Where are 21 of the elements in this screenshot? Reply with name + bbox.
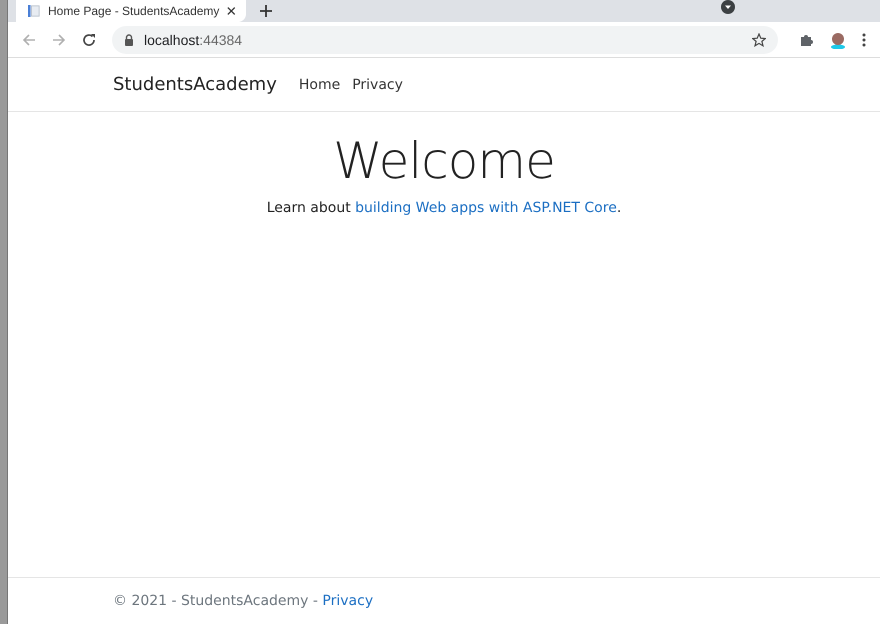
welcome-heading: Welcome bbox=[332, 132, 556, 190]
privacy-link[interactable]: Privacy bbox=[322, 593, 374, 609]
puzzle-icon[interactable] bbox=[800, 32, 814, 46]
address-bar[interactable]: localhost:44384 bbox=[112, 26, 778, 54]
nav-link[interactable]: Home bbox=[298, 76, 348, 92]
avatar-icon[interactable] bbox=[830, 30, 846, 48]
dropdown-icon[interactable] bbox=[721, 0, 735, 14]
url-text: localhost:44384 bbox=[144, 32, 244, 48]
star-icon[interactable] bbox=[752, 32, 766, 46]
menu-icon[interactable] bbox=[862, 32, 866, 46]
reload-icon[interactable] bbox=[82, 32, 96, 46]
copyright-text: © 2021 - StudentsAcademy - bbox=[113, 593, 319, 609]
docs-link[interactable]: building Web apps with ASP.NET Core bbox=[355, 200, 617, 216]
page-icon bbox=[28, 4, 40, 18]
close-icon[interactable] bbox=[227, 6, 236, 16]
intro-text: Learn about building Web apps with ASP.NET Core. bbox=[266, 200, 622, 216]
new-tab-icon[interactable] bbox=[260, 5, 272, 17]
browser-tab[interactable]: Home Page - StudentsAcademy bbox=[16, 0, 246, 22]
lock-icon bbox=[124, 34, 134, 46]
brand-link[interactable]: StudentsAcademy bbox=[113, 74, 277, 95]
nav-link[interactable]: Privacy bbox=[352, 76, 411, 92]
